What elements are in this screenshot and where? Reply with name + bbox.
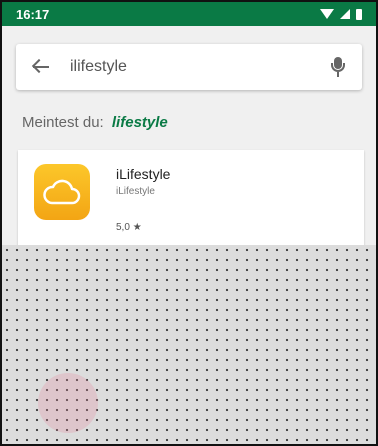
app-result-card[interactable]: iLifestyle iLifestyle 5,0 ★ — [18, 150, 364, 246]
status-time: 16:17 — [16, 6, 50, 22]
spelling-suggestion: Meintest du: lifestyle — [22, 114, 168, 131]
search-results-area: ilifestyle Meintest du: lifestyle iLifes… — [2, 26, 376, 246]
faded-circle — [38, 373, 98, 433]
microphone-icon[interactable] — [328, 55, 348, 79]
rating-value: 5,0 — [116, 222, 130, 233]
status-bar: 16:17 — [2, 2, 376, 26]
app-rating: 5,0 ★ — [116, 222, 142, 233]
search-bar[interactable]: ilifestyle — [16, 44, 362, 90]
battery-icon — [356, 8, 362, 20]
suggestion-prefix: Meintest du: — [22, 114, 104, 131]
wifi-icon — [320, 9, 334, 19]
status-icons — [320, 8, 362, 20]
app-name[interactable]: iLifestyle — [116, 166, 170, 182]
back-arrow-icon[interactable] — [30, 56, 52, 78]
phone-screen: 16:17 ilifestyle Meintest du: lifestyle — [0, 0, 378, 446]
dotted-overlay — [2, 245, 376, 444]
app-icon[interactable] — [34, 164, 90, 220]
cloud-icon — [43, 179, 81, 205]
star-icon: ★ — [132, 222, 142, 233]
search-input[interactable]: ilifestyle — [70, 58, 328, 76]
app-developer: iLifestyle — [116, 186, 155, 197]
signal-icon — [340, 9, 350, 19]
suggestion-link[interactable]: lifestyle — [112, 114, 168, 131]
